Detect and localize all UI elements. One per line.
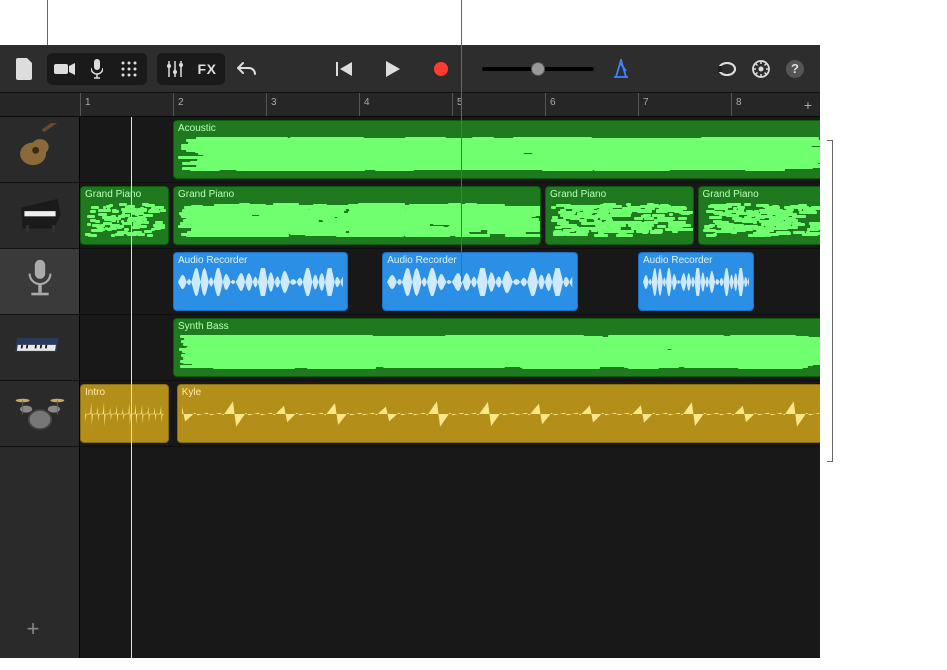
region-label: Grand Piano — [550, 189, 606, 200]
region-label: Grand Piano — [178, 189, 234, 200]
region-label: Grand Piano — [703, 189, 759, 200]
region[interactable]: Audio Recorder — [173, 252, 348, 311]
ruler-tick: 6 — [545, 93, 556, 116]
region[interactable]: Acoustic — [173, 120, 820, 179]
add-track-button[interactable]: + — [18, 614, 48, 644]
ruler-tick: 3 — [266, 93, 277, 116]
region[interactable]: Grand Piano — [80, 186, 169, 245]
settings-button[interactable] — [746, 54, 776, 84]
help-button[interactable]: ? — [780, 54, 810, 84]
callout-bracket-right — [827, 140, 833, 462]
region-label: Synth Bass — [178, 321, 229, 332]
track-header-microphone[interactable] — [0, 249, 79, 315]
rewind-button[interactable] — [330, 54, 360, 84]
track-lane[interactable]: Acoustic — [80, 117, 820, 183]
fx-button[interactable]: FX — [191, 55, 223, 83]
region[interactable]: Grand Piano — [173, 186, 541, 245]
region[interactable]: Intro — [80, 384, 169, 443]
region[interactable]: Grand Piano — [545, 186, 694, 245]
video-icon[interactable] — [49, 55, 81, 83]
region-label: Acoustic — [178, 123, 216, 134]
app-window: FX ? — [0, 45, 820, 658]
master-volume-slider[interactable] — [482, 67, 594, 71]
region[interactable]: Grand Piano — [698, 186, 820, 245]
undo-button[interactable] — [232, 54, 262, 84]
track-lane[interactable]: Intro Kyle — [80, 381, 820, 447]
svg-text:?: ? — [791, 61, 799, 76]
track-lane[interactable]: Grand Piano Grand Piano Grand Piano Grand P… — [80, 183, 820, 249]
microphone-icon — [14, 255, 66, 309]
drums-icon — [14, 387, 66, 441]
region-label: Intro — [85, 387, 105, 398]
region-label: Grand Piano — [85, 189, 141, 200]
toolbar: FX ? — [0, 45, 820, 93]
track-headers — [0, 117, 80, 658]
track-header-guitar[interactable] — [0, 117, 79, 183]
callout-line-left — [47, 0, 48, 45]
add-section-button[interactable]: + — [796, 93, 820, 116]
callout-line-middle — [461, 0, 462, 282]
mixer-icon[interactable] — [159, 55, 191, 83]
region-label: Audio Recorder — [387, 255, 456, 266]
track-lanes[interactable]: AcousticGrand PianoGrand PianoGrand Pian… — [80, 117, 820, 658]
region[interactable]: Audio Recorder — [382, 252, 577, 311]
track-header-piano[interactable] — [0, 183, 79, 249]
region[interactable]: Kyle — [177, 384, 820, 443]
volume-thumb[interactable] — [531, 62, 545, 76]
record-icon — [434, 62, 448, 76]
region[interactable]: Synth Bass — [173, 318, 820, 377]
ruler-tick: 1 — [80, 93, 91, 116]
record-button[interactable] — [426, 54, 456, 84]
region-label: Audio Recorder — [178, 255, 247, 266]
grid-icon[interactable] — [113, 55, 145, 83]
track-header-keyboard[interactable] — [0, 315, 79, 381]
region[interactable]: Audio Recorder — [638, 252, 754, 311]
ruler-tick: 2 — [173, 93, 184, 116]
guitar-icon — [14, 123, 66, 177]
loop-button[interactable] — [712, 54, 742, 84]
piano-icon — [14, 189, 66, 243]
tracks-area: AcousticGrand PianoGrand PianoGrand Pian… — [0, 117, 820, 658]
timeline-ruler[interactable]: 12345678 + — [0, 93, 820, 117]
region-label: Kyle — [182, 387, 201, 398]
track-header-drums[interactable] — [0, 381, 79, 447]
ruler-tick: 8 — [731, 93, 742, 116]
play-button[interactable] — [378, 54, 408, 84]
track-lane[interactable]: Synth Bass — [80, 315, 820, 381]
keyboard-icon — [14, 321, 66, 375]
ruler-tick: 4 — [359, 93, 370, 116]
my-songs-button[interactable] — [10, 54, 40, 84]
metronome-button[interactable] — [606, 54, 636, 84]
track-lane[interactable]: Audio Recorder Audio Recorder Audio Record… — [80, 249, 820, 315]
browser-group — [47, 53, 147, 85]
mic-icon[interactable] — [81, 55, 113, 83]
region-label: Audio Recorder — [643, 255, 712, 266]
ruler-tick: 7 — [638, 93, 649, 116]
track-controls-group: FX — [157, 53, 225, 85]
